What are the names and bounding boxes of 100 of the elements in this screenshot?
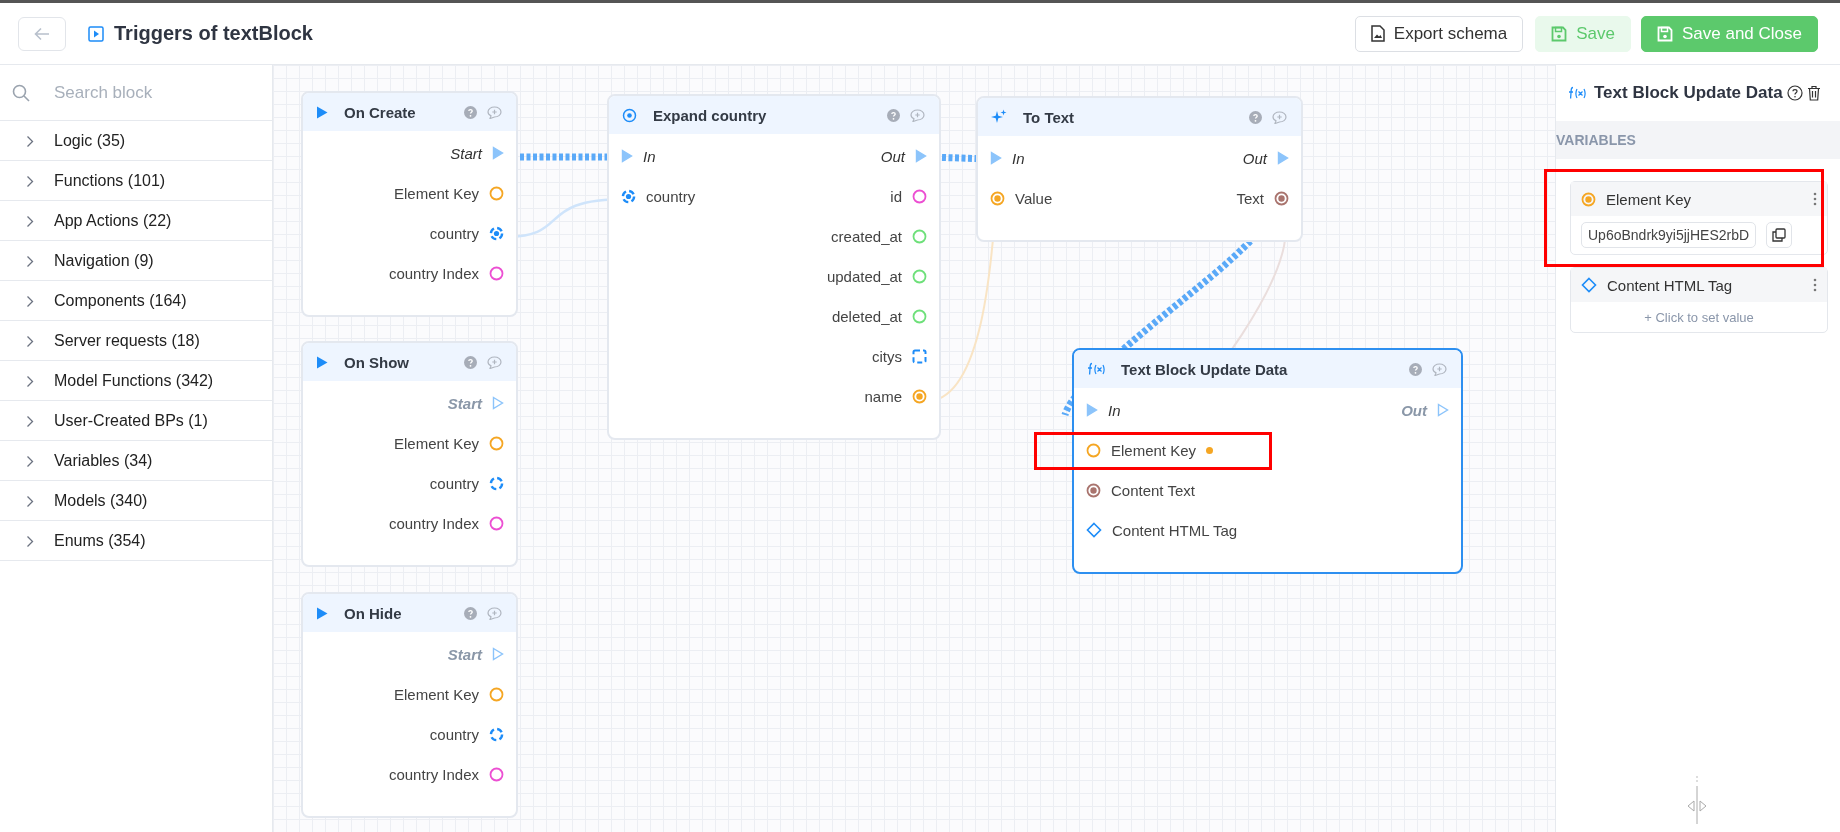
kebab-menu-icon[interactable] xyxy=(1813,278,1817,292)
exec-pin-icon[interactable] xyxy=(915,149,927,163)
category-label: Enums (354) xyxy=(54,531,146,550)
function-icon xyxy=(1087,362,1105,376)
graph-node[interactable]: On Hide Start Element Key country country Index xyxy=(301,592,518,818)
pin-label: name xyxy=(864,387,902,405)
category-label: Variables (34) xyxy=(54,451,153,470)
ring-pin-icon[interactable] xyxy=(912,308,927,324)
dashed-ring-pin-icon[interactable] xyxy=(489,726,504,742)
exec-pin-icon[interactable] xyxy=(1086,403,1098,417)
pin-label: country Index xyxy=(388,765,479,783)
chevron-right-icon xyxy=(26,454,34,467)
node-title: On Show xyxy=(344,353,410,371)
category-label: User-Created BPs (1) xyxy=(54,411,208,430)
comment-add-icon[interactable] xyxy=(910,108,925,122)
exec-pin-icon[interactable] xyxy=(990,151,1002,165)
category-item[interactable]: Components (164) xyxy=(0,281,272,321)
category-item[interactable]: Server requests (18) xyxy=(0,321,272,361)
ring-pin-icon[interactable] xyxy=(489,265,504,281)
dot-ring-pin-icon[interactable] xyxy=(990,190,1005,206)
pin-label: Text xyxy=(1236,189,1264,207)
dot-ring-pin-icon[interactable] xyxy=(1274,190,1289,206)
copy-button[interactable] xyxy=(1766,222,1793,248)
ring-pin-icon[interactable] xyxy=(489,435,504,451)
play-square-icon xyxy=(88,25,104,42)
pin-label: Start xyxy=(447,645,482,663)
dot-ring-pin-icon[interactable] xyxy=(1581,191,1596,207)
pin-label: Element Key xyxy=(393,685,479,703)
play-icon xyxy=(316,355,328,369)
graph-node[interactable]: Expand country In Out country id created_at updated_at deleted_at citys name xyxy=(607,94,941,440)
pin-label: Start xyxy=(450,144,482,162)
graph-node[interactable]: On Create Start Element Key country country Index xyxy=(301,91,518,317)
exec-pin-icon[interactable] xyxy=(621,149,633,163)
chevron-right-icon xyxy=(26,334,34,347)
diamond-pin-icon[interactable] xyxy=(1581,277,1597,293)
ring-pin-icon[interactable] xyxy=(912,228,927,244)
value-field[interactable]: Up6oBndrk9yi5jjHES2rbD xyxy=(1581,222,1757,248)
category-label: Server requests (18) xyxy=(54,331,200,350)
ring-pin-icon[interactable] xyxy=(489,766,504,782)
comment-add-icon[interactable] xyxy=(487,105,502,119)
exec-pin-icon[interactable] xyxy=(492,146,504,160)
category-item[interactable]: Models (340) xyxy=(0,481,272,521)
category-item[interactable]: User-Created BPs (1) xyxy=(0,401,272,441)
toolbar-button[interactable]: Export schema xyxy=(1354,15,1524,52)
file-image-icon xyxy=(1370,25,1385,42)
comment-add-icon[interactable] xyxy=(487,355,502,369)
category-item[interactable]: Model Functions (342) xyxy=(0,361,272,401)
dashed-square-pin-icon[interactable] xyxy=(912,348,927,364)
category-label: Models (340) xyxy=(54,491,148,510)
exec-pin-icon[interactable] xyxy=(492,647,504,661)
category-item[interactable]: Functions (101) xyxy=(0,161,272,201)
ring-pin-icon[interactable] xyxy=(1086,442,1101,458)
pin-label: country xyxy=(429,224,479,242)
comment-add-icon[interactable] xyxy=(487,606,502,620)
category-item[interactable]: Navigation (9) xyxy=(0,241,272,281)
ring-pin-icon[interactable] xyxy=(489,185,504,201)
diamond-pin-icon[interactable] xyxy=(1086,522,1102,538)
graph-node[interactable]: On Show Start Element Key country country Index xyxy=(301,341,518,567)
comment-add-icon[interactable] xyxy=(1272,110,1287,124)
pin-label: Out xyxy=(880,147,905,165)
panel-title: Text Block Update Data xyxy=(1594,83,1783,103)
section-header: VARIABLES xyxy=(1556,121,1840,159)
exec-pin-icon[interactable] xyxy=(1437,403,1449,417)
category-item[interactable]: App Actions (22) xyxy=(0,201,272,241)
pin-label: Content HTML Tag xyxy=(1112,521,1238,539)
function-icon xyxy=(1568,86,1586,100)
dot-ring-pin-icon[interactable] xyxy=(1086,482,1101,498)
category-label: Model Functions (342) xyxy=(54,371,214,390)
trash-icon[interactable] xyxy=(1806,85,1821,101)
category-label: Components (164) xyxy=(54,291,187,310)
category-item[interactable]: Enums (354) xyxy=(0,521,272,561)
graph-node[interactable]: Text Block Update Data In Out Element Key Content Text Content HTML Tag xyxy=(1072,348,1463,574)
dashed-ring-pin-icon[interactable] xyxy=(489,475,504,491)
help-icon[interactable] xyxy=(1786,85,1803,101)
node-title: On Hide xyxy=(344,604,403,622)
ring-pin-icon[interactable] xyxy=(489,686,504,702)
pin-label: In xyxy=(1012,149,1025,167)
category-item[interactable]: Logic (35) xyxy=(0,121,272,161)
ring-pin-icon[interactable] xyxy=(489,515,504,531)
graph-node[interactable]: To Text In Out Value Text xyxy=(976,96,1303,242)
dot-ring-pin-icon[interactable] xyxy=(912,388,927,404)
node-title: Text Block Update Data xyxy=(1121,360,1289,378)
category-label: Navigation (9) xyxy=(54,251,154,270)
exec-pin-icon[interactable] xyxy=(492,396,504,410)
dashed-ring-pin-icon[interactable] xyxy=(489,225,504,241)
play-icon xyxy=(316,606,328,620)
chevron-right-icon xyxy=(26,214,34,227)
pin-label: In xyxy=(1108,401,1121,419)
chevron-right-icon xyxy=(26,294,34,307)
comment-add-icon[interactable] xyxy=(1432,362,1447,376)
dashed-ring-pin-icon[interactable] xyxy=(621,188,636,204)
ring-pin-icon[interactable] xyxy=(912,268,927,284)
category-item[interactable]: Variables (34) xyxy=(0,441,272,481)
exec-pin-icon[interactable] xyxy=(1277,151,1289,165)
pin-label: Element Key xyxy=(1111,441,1197,459)
back-button[interactable] xyxy=(18,16,66,51)
variable-label: Element Key xyxy=(1606,190,1693,208)
ring-pin-icon[interactable] xyxy=(912,188,927,204)
chevron-right-icon xyxy=(26,494,34,507)
kebab-menu-icon[interactable] xyxy=(1813,192,1817,206)
